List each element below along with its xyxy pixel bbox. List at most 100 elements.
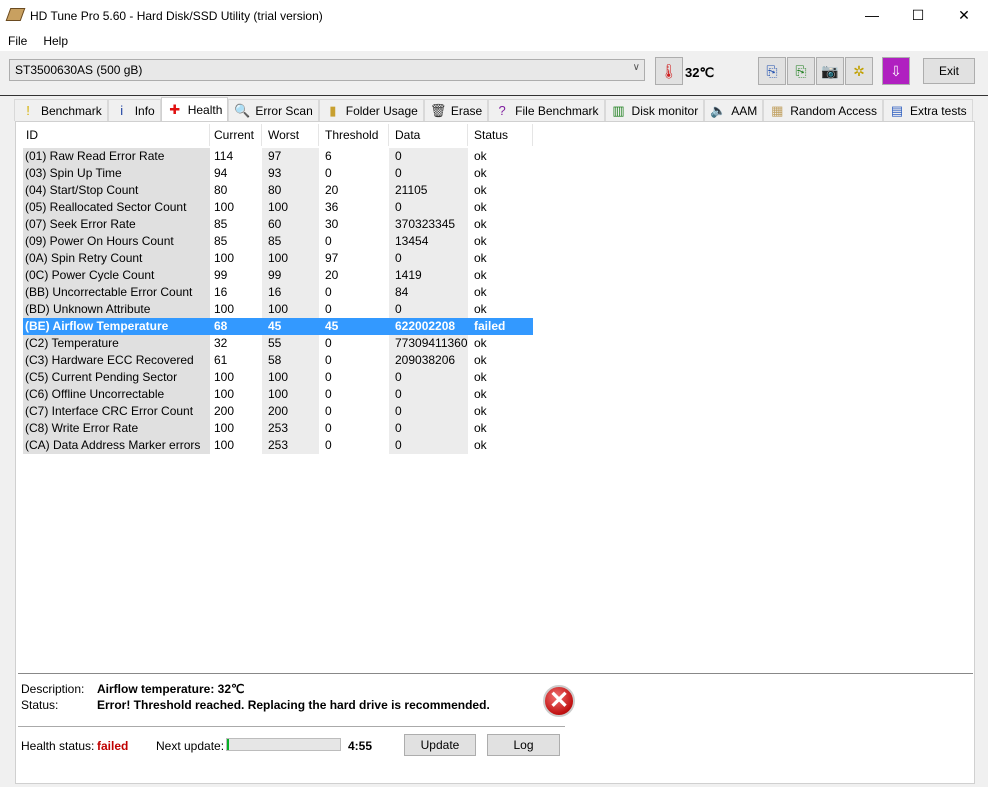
column-header-status[interactable]: Status — [468, 124, 533, 146]
cell-worst: 45 — [262, 318, 319, 335]
maximize-button[interactable]: ☐ — [895, 0, 941, 31]
drive-select[interactable]: ST3500630AS (500 gB) ∨ — [9, 59, 645, 81]
tab-file-benchmark[interactable]: ? File Benchmark — [488, 99, 605, 121]
cell-threshold: 0 — [325, 336, 332, 350]
table-row[interactable]: (C8) Write Error Rate 100 253 0 0 ok — [18, 420, 530, 437]
tab-label: Extra tests — [909, 103, 967, 118]
cell-data: 0 — [389, 437, 468, 454]
tab-random-access[interactable]: ▦ Random Access — [763, 99, 883, 121]
cell-current: 100 — [214, 251, 235, 265]
table-row[interactable]: (09) Power On Hours Count 85 85 0 13454 ok — [18, 233, 530, 250]
thermometer-icon: 🌡 — [655, 57, 683, 85]
tab-error-scan[interactable]: 🔍 Error Scan — [228, 99, 319, 121]
cell-worst: 58 — [262, 352, 319, 369]
cell-data: 0 — [389, 199, 468, 216]
table-row[interactable]: (C3) Hardware ECC Recovered 61 58 0 20903820… — [18, 352, 530, 369]
column-header-id[interactable]: ID — [20, 124, 210, 146]
table-row[interactable]: (03) Spin Up Time 94 93 0 0 ok — [18, 165, 530, 182]
table-row[interactable]: (BE) Airflow Temperature 68 45 45 622002208 f… — [18, 318, 533, 335]
cell-threshold: 30 — [325, 217, 339, 231]
error-icon: ✕ — [543, 685, 575, 717]
cell-status: ok — [474, 353, 487, 367]
screenshot-button[interactable]: 📷 — [816, 57, 844, 85]
cell-threshold: 45 — [319, 318, 389, 335]
table-row[interactable]: (0C) Power Cycle Count 99 99 20 1419 ok — [18, 267, 530, 284]
exit-button[interactable]: Exit — [923, 58, 975, 84]
table-row[interactable]: (C2) Temperature 32 55 0 77309411360 ok — [18, 335, 530, 352]
cell-status: ok — [474, 217, 487, 231]
table-row[interactable]: (C5) Current Pending Sector 100 100 0 0 ok — [18, 369, 530, 386]
table-row[interactable]: (05) Reallocated Sector Count 100 100 36 0 ok — [18, 199, 530, 216]
cell-threshold: 0 — [325, 387, 332, 401]
cell-status: ok — [474, 421, 487, 435]
cell-status: ok — [474, 149, 487, 163]
cell-id: (BB) Uncorrectable Error Count — [23, 284, 210, 301]
table-row[interactable]: (C6) Offline Uncorrectable 100 100 0 0 ok — [18, 386, 530, 403]
cell-id: (CA) Data Address Marker errors — [23, 437, 210, 454]
cell-threshold: 6 — [325, 149, 332, 163]
menu-help[interactable]: Help — [35, 31, 76, 51]
menu-file[interactable]: File — [0, 31, 35, 51]
cell-status: ok — [474, 251, 487, 265]
download-button[interactable]: ⇩ — [882, 57, 910, 85]
copy-info-button[interactable]: ⎘ — [758, 57, 786, 85]
column-header-current[interactable]: Current — [208, 124, 262, 146]
cell-data: 0 — [389, 250, 468, 267]
cell-id: (C2) Temperature — [23, 335, 210, 352]
cell-id: (BE) Airflow Temperature — [23, 318, 210, 335]
tab-folder-usage[interactable]: ▮ Folder Usage — [318, 99, 424, 121]
cell-status: ok — [474, 438, 487, 452]
tab-icon: ▤ — [890, 102, 904, 118]
column-header-threshold[interactable]: Threshold — [319, 124, 389, 146]
table-row[interactable]: (C7) Interface CRC Error Count 200 200 0 0 ok — [18, 403, 530, 420]
cell-data: 21105 — [389, 182, 468, 199]
progress-fill — [227, 739, 230, 750]
table-row[interactable]: (BD) Unknown Attribute 100 100 0 0 ok — [18, 301, 530, 318]
tab-extra-tests[interactable]: ▤ Extra tests — [882, 99, 973, 121]
update-button[interactable]: Update — [404, 734, 476, 756]
cell-current: 85 — [214, 234, 228, 248]
cell-id: (05) Reallocated Sector Count — [23, 199, 210, 216]
cell-threshold: 0 — [325, 404, 332, 418]
cell-status: ok — [474, 166, 487, 180]
cell-current: 68 — [208, 318, 262, 335]
cell-current: 114 — [214, 149, 234, 163]
cell-id: (BD) Unknown Attribute — [23, 301, 210, 318]
table-row[interactable]: (0A) Spin Retry Count 100 100 97 0 ok — [18, 250, 530, 267]
cell-worst: 100 — [262, 386, 319, 403]
tab-erase[interactable]: 🗑 Erase — [423, 99, 489, 121]
status-label: Status: — [21, 698, 59, 712]
tab-health[interactable]: ✚ Health — [160, 97, 229, 122]
cell-current: 61 — [214, 353, 228, 367]
tab-icon: ✚ — [169, 102, 181, 117]
table-row[interactable]: (BB) Uncorrectable Error Count 16 16 0 84 ok — [18, 284, 530, 301]
tab-disk-monitor[interactable]: ▥ Disk monitor — [604, 99, 705, 121]
close-button[interactable]: ✕ — [941, 0, 987, 31]
column-header-data[interactable]: Data — [389, 124, 468, 146]
table-row[interactable]: (01) Raw Read Error Rate 114 97 6 0 ok — [18, 148, 530, 165]
copy-all-button[interactable]: ⎘ — [787, 57, 815, 85]
cell-data: 209038206 — [389, 352, 468, 369]
cell-data: 0 — [389, 386, 468, 403]
cell-status: ok — [474, 336, 487, 350]
options-button[interactable]: ✲ — [845, 57, 873, 85]
minimize-button[interactable]: — — [849, 0, 895, 31]
cell-worst: 97 — [262, 148, 319, 165]
smart-table[interactable]: ID Current Worst Threshold Data Status (01) Ra… — [18, 124, 973, 674]
tab-info[interactable]: i Info — [107, 99, 161, 121]
toolbar: ST3500630AS (500 gB) ∨ 🌡 32℃ ⎘ ⎘ 📷 ✲ ⇩ Ex… — [0, 51, 988, 96]
log-button[interactable]: Log — [487, 734, 560, 756]
table-row[interactable]: (07) Seek Error Rate 85 60 30 370323345 ok — [18, 216, 530, 233]
tab-aam[interactable]: 🔈 AAM — [704, 99, 764, 121]
column-header-worst[interactable]: Worst — [262, 124, 319, 146]
table-row[interactable]: (04) Start/Stop Count 80 80 20 21105 ok — [18, 182, 530, 199]
tab-icon: 🗑 — [429, 102, 447, 118]
cell-current: 100 — [214, 200, 235, 214]
table-row[interactable]: (CA) Data Address Marker errors 100 253 0 0 o… — [18, 437, 530, 454]
divider — [18, 726, 565, 727]
countdown: 4:55 — [348, 739, 373, 753]
cell-current: 94 — [214, 166, 228, 180]
tab-benchmark[interactable]: ! Benchmark — [14, 99, 108, 121]
cell-current: 100 — [214, 438, 235, 452]
cell-worst: 100 — [262, 199, 319, 216]
